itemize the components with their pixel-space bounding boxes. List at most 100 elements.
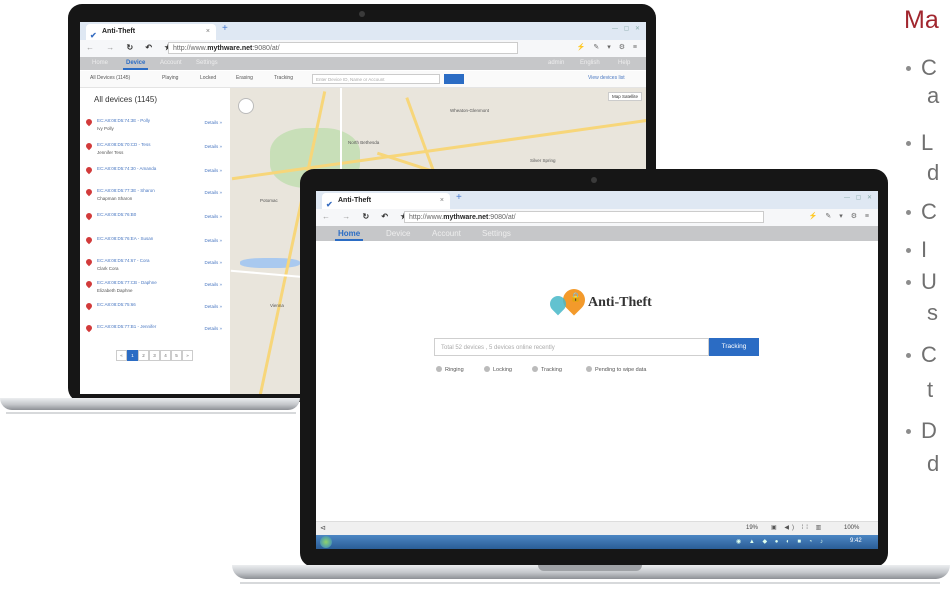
device-id[interactable]: EC:A8:08:D5:76:EA - Susan [97,236,153,241]
page-4[interactable]: 4 [160,350,171,361]
device-details-link[interactable]: Details » [204,304,222,309]
device-row[interactable]: EC:A8:08:D5:76:B0 Details » [84,211,226,232]
bullet-dot [906,429,911,434]
device-row[interactable]: EC:A8:08:D5:77:3E - Sharon Chapman Sharon… [84,187,226,208]
device-details-link[interactable]: Details » [204,326,222,331]
bullet-dot [906,210,911,215]
device-details-link[interactable]: Details » [204,260,222,265]
filter-tracking[interactable]: Tracking [274,75,293,81]
device-id[interactable]: EC:A8:08:D5:77:CB - Daphne [97,280,157,285]
device-details-link[interactable]: Details » [204,214,222,219]
app-nav: Home Device Account Settings admin Engli… [80,57,646,70]
address-bar: ← → ↻ ↶ ★ http://www.mythware.net:9080/a… [80,40,646,58]
window-controls[interactable]: — ▢ ✕ [844,194,874,201]
lock-icon: 🔒 [570,292,582,302]
map-label: Potomac [260,198,278,203]
nav-home[interactable]: Home [92,57,108,70]
device-id[interactable]: EC:A8:08:D5:77:B1 - Jennifer [97,324,156,329]
new-tab-icon[interactable]: + [222,23,228,34]
nav-settings[interactable]: Settings [196,57,218,70]
browser-tab[interactable]: ✔ Anti-Theft × [322,193,450,209]
device-row[interactable]: EC:A8:08:D5:77:CB - Daphne Elizabeth Daph… [84,279,226,300]
device-search-input[interactable]: Enter Device ID, Name or Account [312,74,440,84]
device-user: Elizabeth Daphne [97,288,133,293]
status-percent: 19% [746,525,759,531]
device-row[interactable]: EC:A8:08:D5:74:30 - Amanda Details » [84,165,226,186]
device-id[interactable]: EC:A8:08:D5:70:CD - Tess [97,142,150,147]
device-id[interactable]: EC:A8:08:D5:76:B0 [97,212,136,217]
map-pin-icon [84,211,94,221]
map-label: Vienna [270,303,284,308]
page-5[interactable]: 5 [171,350,182,361]
browser-tools[interactable]: ⚡ ✎ ▾ ⚙ ≡ [809,212,872,220]
url-host: mythware.net [443,214,489,221]
new-tab-icon[interactable]: + [456,192,462,203]
map-pan-control[interactable] [238,98,254,114]
zoom-level[interactable]: 100% [844,525,859,531]
back-laptop-shadow [6,412,296,414]
browser-tab-bar: ✔ Anti-Theft × + — ▢ ✕ [316,191,878,209]
device-row[interactable]: EC:A8:08:D5:70:CD - Tess Jennifer Tess Det… [84,141,226,162]
map-type-toggle[interactable]: Map Satellite [607,92,642,101]
device-row[interactable]: EC:A8:08:D5:75:66 Details » [84,301,226,322]
nav-device[interactable]: Device [386,226,410,241]
filter-all-devices[interactable]: All Devices (1145) [90,75,130,81]
start-button[interactable] [320,536,332,548]
nav-settings[interactable]: Settings [482,226,511,241]
page-1[interactable]: 1 [127,350,138,361]
address-bar: ← → ↻ ↶ ★ http://www.mythware.net:9080/a… [316,209,878,227]
device-details-link[interactable]: Details » [204,190,222,195]
device-details-link[interactable]: Details » [204,282,222,287]
filter-erasing[interactable]: Erasing [236,75,253,81]
view-devices-list-link[interactable]: View devices list [588,75,625,81]
device-row[interactable]: EC:A8:08:D5:74:3E - Polly Ivy Polly Detail… [84,117,226,138]
page-next[interactable]: » [182,350,193,361]
nav-account[interactable]: Account [160,57,182,70]
nav-user-admin[interactable]: admin [548,57,564,70]
browser-tools[interactable]: ⚡ ✎ ▾ ⚙ ≡ [577,43,640,51]
url-field[interactable]: http://www.mythware.net:9080/at/ [404,211,764,223]
nav-help[interactable]: Help [618,57,630,70]
nav-account[interactable]: Account [432,226,461,241]
bullet-item: L [906,131,933,155]
device-id[interactable]: EC:A8:08:D5:74:67 - Cora [97,258,150,263]
device-row[interactable]: EC:A8:08:D5:76:EA - Susan Details » [84,235,226,256]
nav-language[interactable]: English [580,57,600,70]
close-tab-icon[interactable]: × [206,24,210,40]
page-prev[interactable]: « [116,350,127,361]
window-controls[interactable]: — ▢ ✕ [612,25,642,32]
device-id[interactable]: EC:A8:08:D5:74:3E - Polly [97,118,150,123]
page-3[interactable]: 3 [149,350,160,361]
legend-ringing: Ringing [436,366,464,373]
device-row[interactable]: EC:A8:08:D5:74:67 - Cora Clark Cora Detail… [84,257,226,278]
device-id[interactable]: EC:A8:08:D5:75:66 [97,302,136,307]
url-field[interactable]: http://www.mythware.net:9080/at/ [168,42,518,54]
device-row[interactable]: EC:A8:08:D5:77:B1 - Jennifer Details » [84,323,226,344]
url-suffix: :9080/at/ [252,45,280,52]
page-2[interactable]: 2 [138,350,149,361]
device-details-link[interactable]: Details » [204,168,222,173]
device-details-link[interactable]: Details » [204,144,222,149]
device-details-link[interactable]: Details » [204,120,222,125]
browser-tab[interactable]: ✔ Anti-Theft × [86,24,216,40]
nav-buttons[interactable]: ← → ↻ ↶ ★ [322,212,413,221]
tray-icons[interactable]: ◉ ▲ ◆ ● ◐ ■ ◔ ♪ [736,538,826,545]
legend-locking: Locking [484,366,512,373]
device-search-input[interactable]: Total 52 devices , 5 devices online rece… [434,338,709,356]
close-tab-icon[interactable]: × [440,193,444,209]
bullet-continuation: s [927,300,938,325]
bullet-text: D [921,418,937,443]
nav-device[interactable]: Device [122,57,149,70]
device-search-button[interactable] [444,74,464,84]
nav-buttons[interactable]: ← → ↻ ↶ ★ [86,43,177,52]
filter-playing[interactable]: Playing [162,75,178,81]
device-details-link[interactable]: Details » [204,238,222,243]
tracking-button[interactable]: Tracking [709,338,759,356]
status-tools[interactable]: ▣ ◀) ⁞⁞ ▥ [771,524,824,531]
device-id[interactable]: EC:A8:08:D5:77:3E - Sharon [97,188,155,193]
filter-locked[interactable]: Locked [200,75,216,81]
bullet-text: I [921,237,928,262]
device-user: Chapman Sharon [97,196,133,201]
device-id[interactable]: EC:A8:08:D5:74:30 - Amanda [97,166,156,171]
nav-home[interactable]: Home [334,226,364,241]
